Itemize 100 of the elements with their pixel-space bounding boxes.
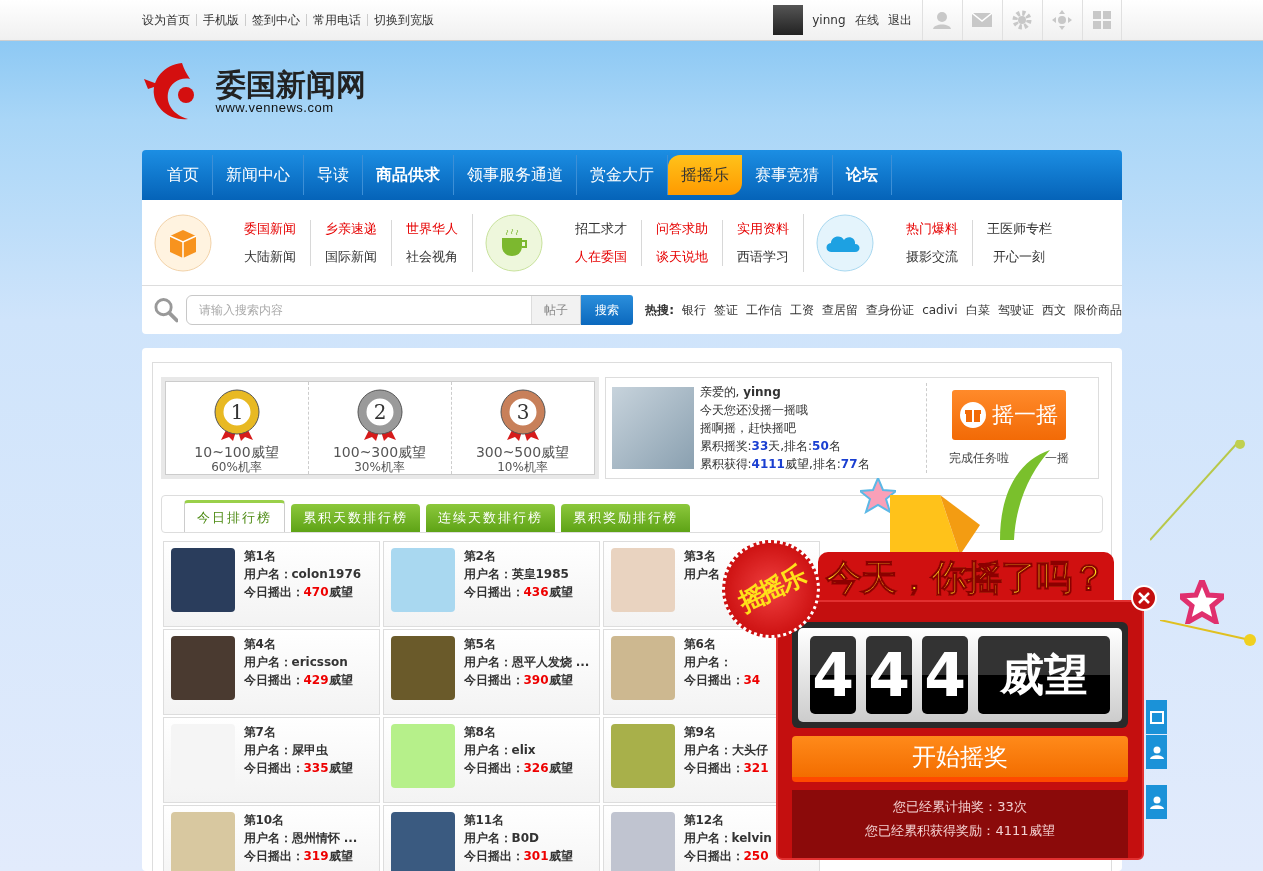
score-text: 今日摇出：34 [683,672,761,689]
prize-chance: 60%机率 [211,460,262,474]
channel-link[interactable]: 实用资料 [736,219,789,238]
hot-search-link[interactable]: 工资 [790,301,815,319]
top-link[interactable]: 手机版 [202,11,239,29]
username-text: 用户名：elix [463,742,537,759]
top-link[interactable]: 签到中心 [251,11,300,29]
search-button[interactable]: 搜索 [581,295,634,325]
greeting-text: 摇啊摇，赶快摇吧 [699,419,797,437]
search-icon [153,297,179,323]
user-icon [1149,795,1164,809]
nav-tab[interactable]: 论坛 [832,155,892,195]
nav-tab[interactable]: 商品供求 [362,155,454,195]
username-text: 用户名：屎甲虫 [243,742,329,759]
score-text: 今日摇出：390威望 [463,672,574,689]
hot-search-link[interactable]: 限价商品 [1073,301,1122,319]
channel-link[interactable]: 世界华人 [405,219,458,238]
star-shape [1180,580,1224,624]
prize-range: 10~100威望 [194,444,279,460]
avatar-placeholder [610,548,675,612]
avatar-placeholder [390,812,455,871]
channel-link[interactable]: 谈天说地 [655,247,708,266]
nav-tab[interactable]: 首页 [153,155,213,195]
username-text: 用户名：kelvin [683,830,772,847]
channel-link[interactable]: 委国新闻 [243,219,296,238]
counter-digit: 4 [866,636,912,714]
star-shape [860,478,896,514]
close-button[interactable] [1131,585,1157,611]
score-text: 今日摇出：250 [683,848,770,865]
score-text: 今日摇出：436威望 [463,584,573,601]
box-icon [153,213,212,272]
channel-link[interactable]: 西语学习 [736,247,789,266]
channel-link[interactable]: 人在委国 [574,247,627,266]
nav-tab[interactable]: 摇摇乐 [667,155,742,195]
top-link[interactable]: 常用电话 [312,11,361,29]
hot-search-link[interactable]: 签证 [714,301,739,319]
rank-label: 第9名 [683,724,717,741]
nav-tab[interactable]: 赏金大厅 [576,155,668,195]
task-note: 完成任务啦 [949,449,1009,467]
score-text: 今日摇出：326威望 [463,760,573,777]
nav-tab[interactable]: 新闻中心 [212,155,304,195]
draw-stats-text: 您已经累积获得奖励：4111威望 [865,822,1055,840]
hot-search-link[interactable]: 查居留 [822,301,859,319]
draw-stats-text: 您已经累计抽奖：33次 [893,798,1027,816]
gift-icon [960,401,986,428]
hot-search-label: 热搜: [645,301,675,319]
username-text: 用户名：colon1976 [243,566,362,583]
hot-search-link[interactable]: 白菜 [965,301,990,319]
channel-link[interactable]: 热门爆料 [905,219,958,238]
side-button[interactable] [1146,785,1167,819]
grid-button[interactable] [1081,0,1122,40]
user-icon [1149,745,1164,759]
username-text: 用户名：英皇1985 [463,566,570,583]
hot-search-link[interactable]: 西文 [1041,301,1066,319]
nav-tab[interactable]: 领事服务通道 [453,155,577,195]
site-title: 委国新闻网 [215,69,366,100]
hot-search-link[interactable]: 查身份证 [866,301,915,319]
rank-label: 第1名 [243,548,277,565]
mail-icon [972,10,992,30]
avatar-placeholder [610,812,675,871]
score-text: 今日摇出：321 [683,760,769,777]
channel-link[interactable]: 大陆新闻 [243,247,296,266]
channel-link[interactable]: 开心一刻 [993,247,1045,266]
nav-tab[interactable]: 导读 [303,155,363,195]
channel-link[interactable]: 乡亲速递 [324,219,377,238]
channel-link[interactable]: 王医师专栏 [986,219,1052,238]
rank-label: 第10名 [243,812,286,829]
hot-search-link[interactable]: cadivi [922,303,958,317]
channel-link[interactable]: 国际新闻 [324,247,377,266]
username-link[interactable]: yinng [812,13,846,27]
score-text: 今日摇出：335威望 [243,760,353,777]
ranking-tab[interactable]: 今日排行榜 [183,500,285,532]
cup-icon [484,213,543,272]
greeting-text: 亲爱的, yinng [699,383,782,401]
avatar-placeholder [170,636,235,700]
counter-unit: 威望 [978,636,1110,714]
hot-search-link[interactable]: 银行 [682,301,707,319]
counter-digit: 4 [810,636,856,714]
username-text: 用户名： [683,654,733,671]
hot-search-link[interactable]: 工作信 [746,301,783,319]
prize-chance: 10%机率 [497,460,548,474]
channel-link[interactable]: 社会视角 [405,247,458,266]
grid-icon [1091,10,1112,30]
rank-label: 第2名 [463,548,497,565]
username-text: 用户名：ericsson [243,654,349,671]
channel-link[interactable]: 招工求才 [574,219,627,238]
channel-link[interactable]: 摄影交流 [905,247,958,266]
top-link[interactable]: 设为首页 [141,11,190,29]
side-button[interactable] [1146,700,1167,734]
nav-tab[interactable]: 赛事竞猜 [741,155,833,195]
channel-link[interactable]: 问答求助 [655,219,708,238]
hot-search-link[interactable]: 驾驶证 [997,301,1034,319]
username-text: 用户名：恩州情怀 ... [243,830,358,847]
score-text: 今日摇出：319威望 [243,848,354,865]
logout-link[interactable]: 退出 [887,11,912,29]
top-link[interactable]: 切换到宽版 [373,11,434,29]
side-button[interactable] [1146,735,1167,769]
avatar-placeholder [610,636,675,700]
prize-chance: 30%机率 [354,460,405,474]
rank-label: 第5名 [463,636,497,653]
